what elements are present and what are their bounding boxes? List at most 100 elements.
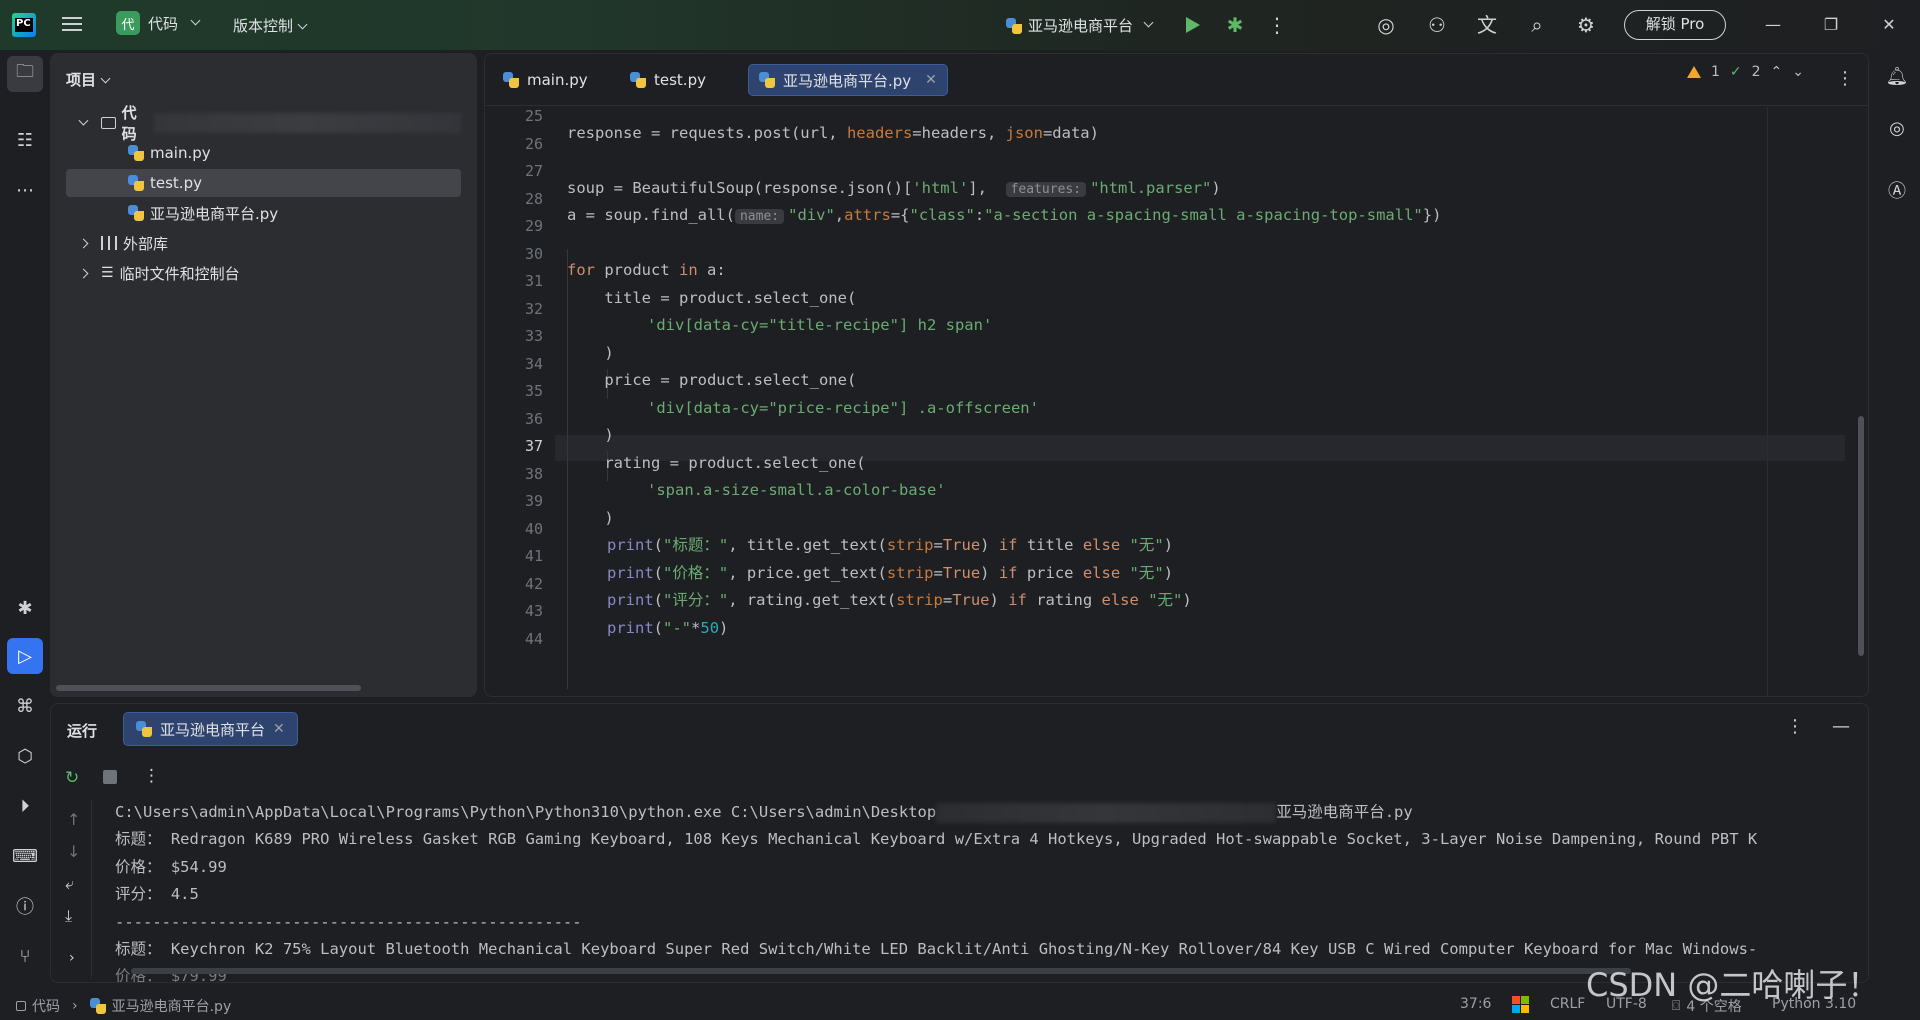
scroll-to-end-button[interactable]: ⤓ <box>65 906 72 926</box>
structure-tool-button[interactable]: ☷ <box>7 122 43 158</box>
code-line-41[interactable]: print("标题：", title.get_text(strip=True) … <box>607 533 1173 557</box>
console-line: 评分： 4.5 <box>115 885 199 903</box>
next-highlight-icon[interactable]: ⌄ <box>1792 64 1804 80</box>
debug-tool-button[interactable]: ✱ <box>7 590 43 626</box>
code-line-44[interactable]: print("-"*50) <box>607 616 728 640</box>
python-file-icon <box>89 998 106 1014</box>
prev-highlight-icon[interactable]: ⌃ <box>1771 64 1783 80</box>
breadcrumb[interactable]: 代码 › 亚马逊电商平台.py <box>16 996 231 1016</box>
stop-button[interactable] <box>103 770 117 784</box>
unlock-pro-button[interactable]: 解锁 Pro <box>1624 10 1726 40</box>
translation-panel-button[interactable]: Ⓐ <box>1881 174 1913 206</box>
expand-arrow-icon <box>78 115 89 125</box>
line-separator[interactable]: CRLF <box>1550 996 1585 1012</box>
tree-file-test[interactable]: test.py <box>66 169 461 197</box>
add-user-button[interactable]: ⚇ <box>1424 12 1450 38</box>
right-margin-guide <box>1767 107 1768 696</box>
project-tool-button[interactable]: 🗀 <box>7 56 43 92</box>
code-line-31[interactable]: for product in a: <box>567 258 726 282</box>
code-line-42[interactable]: print("价格：", price.get_text(strip=True) … <box>607 561 1173 585</box>
tab-main-py[interactable]: main.py <box>493 64 598 96</box>
tree-root[interactable]: 代码 <box>66 104 461 143</box>
inspection-widget[interactable]: 1 ✓ 2 ⌃ ⌄ <box>1686 64 1804 80</box>
tree-file-amazon[interactable]: 亚马逊电商平台.py <box>66 199 461 227</box>
terminal-button[interactable]: ⌨ <box>7 838 43 874</box>
tree-external-libs[interactable]: 外部库 <box>66 229 461 257</box>
translate-icon: 文 <box>1477 13 1497 37</box>
vcs-label: 版本控制 <box>233 17 294 35</box>
notifications-button[interactable]: 🔔︎ <box>1881 60 1913 92</box>
line-number: 36 <box>524 409 543 428</box>
code-line-32[interactable]: title = product.select_one( <box>567 286 856 310</box>
library-icon <box>101 236 117 250</box>
redacted-path <box>936 802 1277 823</box>
minimize-button[interactable]: — <box>1760 12 1786 38</box>
more-tools-button[interactable]: ⋯ <box>7 172 43 208</box>
run-tool-button[interactable]: ▷ <box>7 638 43 674</box>
more-horizontal-icon: ⋯ <box>16 179 34 201</box>
line-number: 32 <box>524 299 543 318</box>
code-line-34[interactable]: ) <box>567 341 613 365</box>
editor-vertical-scrollbar[interactable] <box>1858 416 1864 656</box>
code-line-28[interactable]: soup = BeautifulSoup(response.json()['ht… <box>567 176 1221 200</box>
rerun-button[interactable]: ↻ <box>65 768 79 788</box>
code-line-37[interactable]: ) <box>567 423 613 447</box>
more-actions-button[interactable]: ⋮ <box>1264 12 1290 38</box>
scroll-down-button[interactable]: ↓ <box>67 842 80 861</box>
code-line-35[interactable]: price = product.select_one( <box>567 368 856 392</box>
code-line-40[interactable]: ) <box>567 506 613 530</box>
run-options-button[interactable]: ⋮ <box>1786 716 1804 737</box>
run-button[interactable] <box>1180 12 1206 38</box>
code-line-39[interactable]: 'span.a-size-small.a-color-base' <box>647 478 946 502</box>
caret-position[interactable]: 37:6 <box>1460 996 1491 1012</box>
hide-panel-button[interactable]: — <box>1832 716 1850 737</box>
code-line-29[interactable]: a = soup.find_all(name: "div",attrs={"cla… <box>567 203 1441 227</box>
horizontal-scrollbar[interactable] <box>56 685 361 691</box>
rerun-icon: ↻ <box>65 768 80 788</box>
scroll-up-button[interactable]: ↑ <box>67 810 80 829</box>
project-selector[interactable]: 代 代码 <box>116 11 201 35</box>
console-line: 价格： $54.99 <box>115 858 227 876</box>
code-line-36[interactable]: 'div[data-cy="price-recipe"] .a-offscree… <box>647 396 1039 420</box>
search-button[interactable]: ⌕ <box>1524 12 1550 38</box>
close-tab-icon[interactable]: ✕ <box>273 721 285 737</box>
code-line-43[interactable]: print("评分：", rating.get_text(strip=True)… <box>607 588 1192 612</box>
left-tool-strip: 🗀 ☷ ⋯ ✱ ▷ ⌘ ⬡ ⏵ ⌨ ⓘ ⑂ <box>0 50 50 990</box>
tree-file-main[interactable]: main.py <box>66 139 461 167</box>
packages-button[interactable]: ⬡ <box>7 738 43 774</box>
search-icon: ⌕ <box>1531 13 1543 37</box>
main-menu-icon[interactable] <box>60 13 84 37</box>
vcs-menu[interactable]: 版本控制 <box>233 15 308 36</box>
tab-test-py[interactable]: test.py <box>620 64 716 96</box>
restore-button[interactable]: ❐ <box>1818 12 1844 38</box>
services-button[interactable]: ⏵ <box>7 788 43 824</box>
code-line-33[interactable]: 'div[data-cy="title-recipe"] h2 span' <box>647 313 992 337</box>
project-panel-title[interactable]: 项目 <box>66 69 111 90</box>
python-console-button[interactable]: ⌘ <box>7 688 43 724</box>
console-horizontal-scrollbar[interactable] <box>131 968 1631 974</box>
ai-assistant-button[interactable]: ◎ <box>1373 12 1399 38</box>
translate-button[interactable]: 文 <box>1474 12 1500 38</box>
code-line-38[interactable]: rating = product.select_one( <box>567 451 865 475</box>
debug-button[interactable]: ✱ <box>1222 12 1248 38</box>
git-button[interactable]: ⑂ <box>7 938 43 974</box>
breadcrumb-project: 代码 <box>32 999 60 1015</box>
console-more-button[interactable]: ⋮ <box>143 766 160 786</box>
problems-button[interactable]: ⓘ <box>7 888 43 924</box>
close-window-button[interactable]: ✕ <box>1876 12 1902 38</box>
soft-wrap-button[interactable]: ⤶ <box>65 874 74 894</box>
python-file-icon <box>759 72 775 88</box>
line-number-gutter: 25 26 27 28 29 30 31 32 33 34 35 36 37 38 39 40 41 42 43 44 <box>485 107 555 696</box>
close-tab-icon[interactable]: ✕ <box>925 72 937 88</box>
run-config-selector[interactable]: 亚马逊电商平台 <box>1006 15 1154 36</box>
tab-options-button[interactable]: ⋮ <box>1836 68 1854 89</box>
tab-amazon-py[interactable]: 亚马逊电商平台.py ✕ <box>748 64 948 96</box>
line-number: 31 <box>524 272 543 290</box>
run-tab-amazon[interactable]: 亚马逊电商平台 ✕ <box>123 712 298 746</box>
expand-more-button[interactable]: › <box>69 950 75 966</box>
tree-scratches[interactable]: ☰ 临时文件和控制台 <box>66 259 461 287</box>
settings-button[interactable]: ⚙ <box>1573 12 1599 38</box>
python-icon <box>136 721 152 737</box>
code-line-26[interactable]: response = requests.post(url, headers=he… <box>567 121 1099 145</box>
ai-chat-button[interactable]: ◎ <box>1881 112 1913 144</box>
